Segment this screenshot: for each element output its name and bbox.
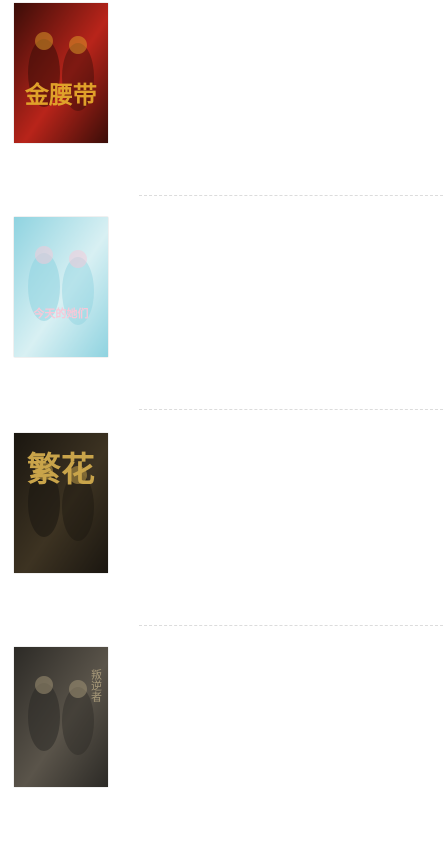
item-divider bbox=[139, 625, 443, 626]
poster-title-art: 繁花 bbox=[27, 450, 95, 490]
poster-image[interactable]: 叛逆者 bbox=[14, 647, 108, 787]
poster-image[interactable]: 金腰带 bbox=[14, 3, 108, 143]
work-item: 今天的她们今天的她们(2024)[ 编剧 - 总编剧 ]导演：杜晓雨 Xiaoy… bbox=[0, 214, 443, 428]
work-item: 叛逆者叛逆者(2021)[ 编剧 ]导演：周游 You Zhou主演：朱一龙 Y… bbox=[0, 644, 443, 858]
poster-title-art: 叛逆者 bbox=[90, 668, 103, 703]
work-item: 繁花繁花(2023)[ 编剧 ]导演：王家卫 Kar Wai Wong主演：胡歌… bbox=[0, 430, 443, 644]
poster-title-art: 金腰带 bbox=[24, 80, 97, 109]
poster-image[interactable]: 今天的她们 bbox=[14, 217, 108, 357]
item-divider bbox=[139, 195, 443, 196]
work-item: 金腰带金腰带(2024)[ 编剧 ]导演：王光利 Guangli Wang主演：… bbox=[0, 0, 443, 214]
poster-title-art: 今天的她们 bbox=[33, 306, 89, 320]
poster-image[interactable]: 繁花 bbox=[14, 433, 108, 573]
item-divider bbox=[139, 409, 443, 410]
